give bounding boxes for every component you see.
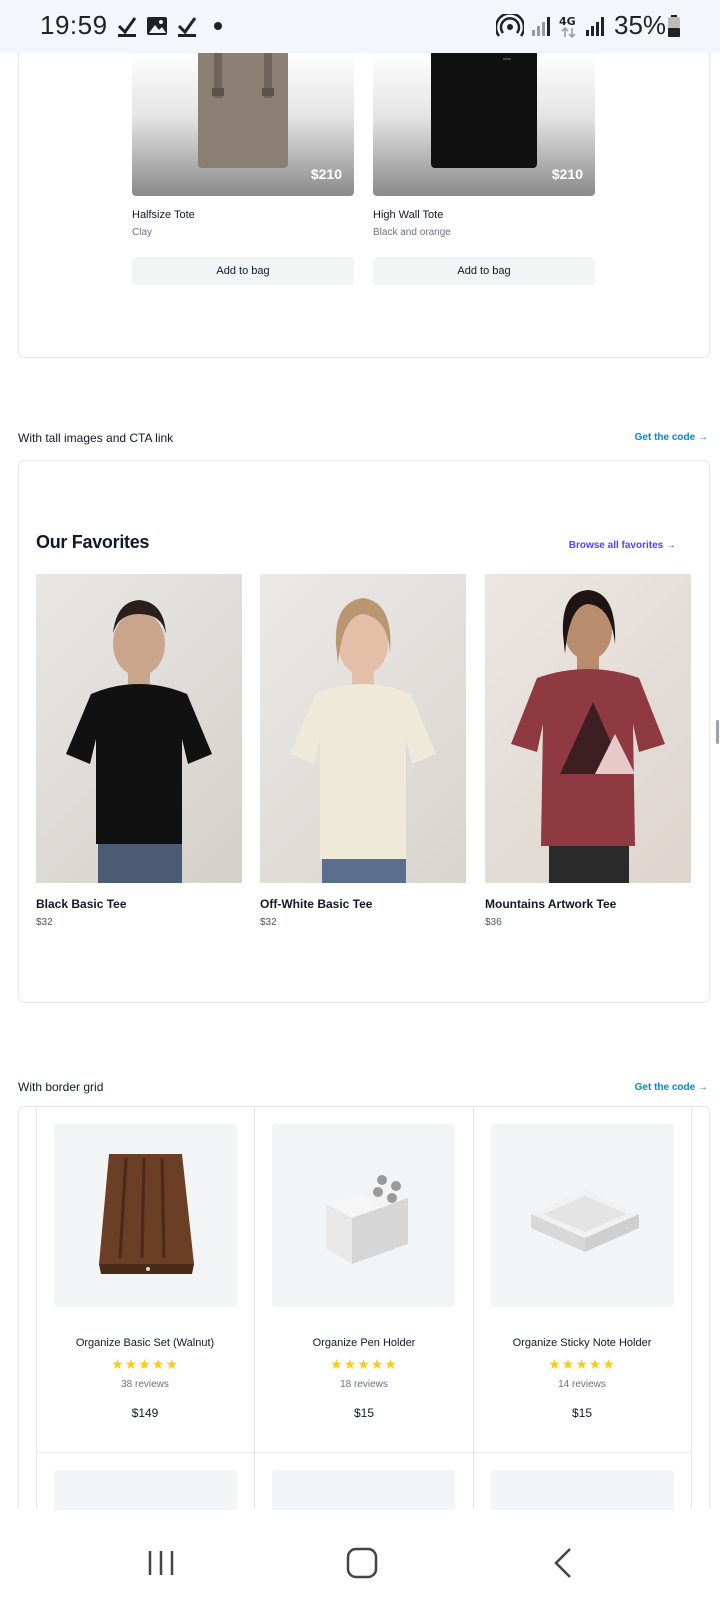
signal-icon [532,17,550,36]
add-to-bag-button[interactable]: Add to bag [373,257,595,285]
sticky-note-holder-icon [531,1190,639,1252]
walnut-organizer-icon [99,1154,194,1274]
product-name[interactable]: Off-White Basic Tee [260,897,372,911]
product-image[interactable] [491,1124,674,1307]
tote-panel [18,30,710,358]
favorites-title: Our Favorites [36,532,150,552]
review-count: 38 reviews [121,1379,169,1390]
product-price: $15 [353,1406,375,1420]
product-name[interactable]: Black Basic Tee [36,897,127,911]
black-tee-model-icon [66,600,212,883]
scrollbar-thumb[interactable] [716,720,719,744]
section-label: With border grid [18,1080,104,1094]
product-name[interactable]: Organize Sticky Note Holder [473,1337,691,1349]
product-name[interactable]: Organize Basic Set (Walnut) [36,1337,254,1349]
review-count: 18 reviews [340,1379,388,1390]
grid-divider [691,1106,692,1510]
dot-icon [214,22,222,30]
grid-divider [36,1452,691,1453]
tote-color: Clay [132,227,153,238]
tote-price: $210 [310,166,342,182]
product-image[interactable] [36,574,242,883]
off-white-tee-model-icon [290,598,436,883]
back-icon[interactable] [552,1547,576,1579]
tote-image[interactable]: $210 [132,50,354,196]
grid-divider [473,1106,474,1510]
tote-color: Black and orange [373,227,451,238]
star-rating: ★★★★★ [548,1356,616,1372]
hotspot-icon [496,14,524,37]
recent-apps-icon[interactable] [146,1548,176,1578]
tote-price: $210 [551,166,583,182]
product-image[interactable] [54,1124,237,1307]
status-bar: 19:59 4G 35% [0,0,720,53]
mountains-tee-model-icon [511,590,665,883]
star-rating: ★★★★★ [330,1356,398,1372]
home-icon[interactable] [346,1547,378,1579]
review-count: 14 reviews [558,1379,606,1390]
status-time: 19:59 [40,10,108,40]
product-image[interactable] [272,1124,455,1307]
network-4g-icon: 4G [559,15,576,38]
browse-all-favorites-link[interactable]: Browse all favorites → [569,540,676,551]
add-to-bag-button[interactable]: Add to bag [132,257,354,285]
product-price: $15 [571,1406,593,1420]
svg-text:4G: 4G [559,15,576,28]
tote-name: High Wall Tote [373,209,444,221]
signal-icon [586,17,604,36]
battery-percentage: 35% [614,10,667,40]
image-icon [147,17,167,35]
product-price: $36 [485,917,502,928]
product-price: $32 [36,917,53,928]
tote-name: Halfsize Tote [132,209,195,221]
product-name[interactable]: Mountains Artwork Tee [485,897,616,911]
pen-holder-icon [326,1174,408,1264]
product-image[interactable] [485,574,691,883]
star-rating: ★★★★★ [111,1356,179,1372]
grid-divider [36,1106,37,1510]
battery-icon [668,15,680,37]
product-price: $32 [260,917,277,928]
section-label: With tall images and CTA link [18,431,174,445]
product-name[interactable]: Organize Pen Holder [255,1337,473,1349]
grid-divider [254,1106,255,1510]
navigation-bar [0,1510,720,1600]
tote-image[interactable]: $210 [373,50,595,196]
check-icon [117,17,137,37]
get-the-code-link[interactable]: Get the code → [635,1082,708,1093]
product-price: $149 [131,1406,159,1420]
check-icon [177,17,197,37]
product-image[interactable] [260,574,466,883]
get-the-code-link[interactable]: Get the code → [635,432,708,443]
